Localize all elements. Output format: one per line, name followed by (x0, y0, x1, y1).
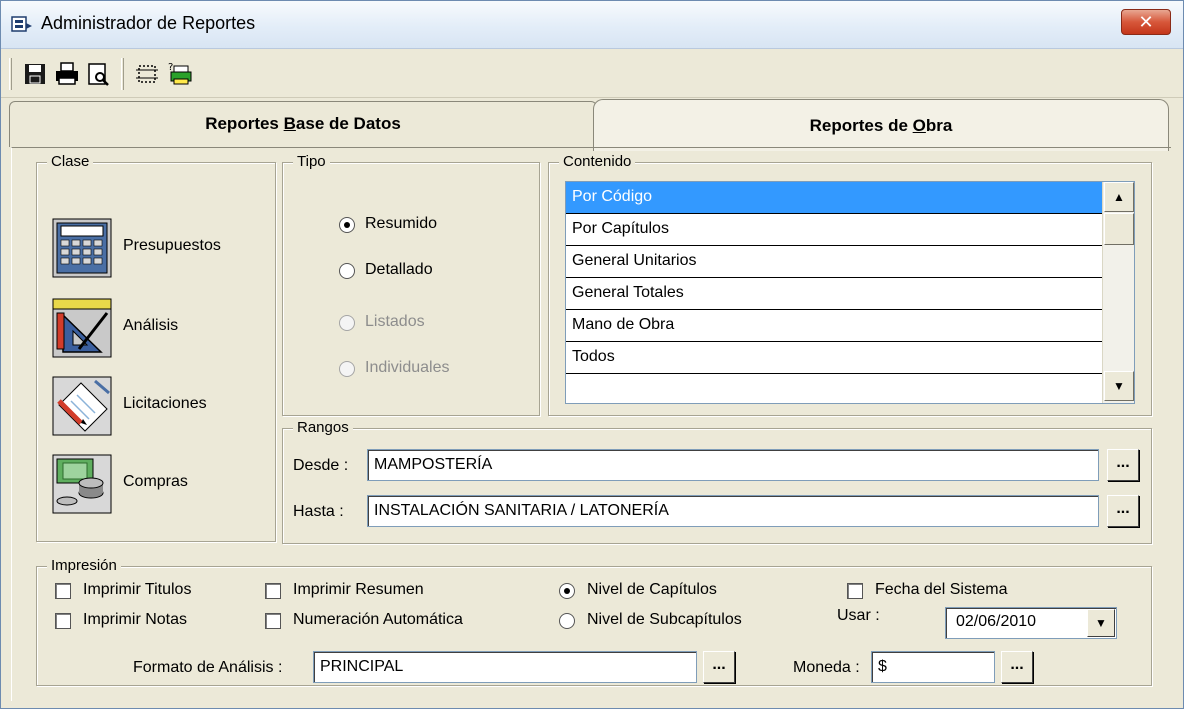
tipo-detallado-radio[interactable] (339, 263, 355, 279)
contenido-empty-row (566, 374, 1102, 406)
contenido-item[interactable]: General Totales (566, 278, 1102, 310)
formato-analisis-label: Formato de Análisis : (133, 659, 283, 676)
clase-analisis[interactable]: Análisis (37, 297, 267, 361)
hasta-browse-button[interactable]: ... (1107, 495, 1139, 527)
tab-label-accelerator: B (283, 114, 296, 133)
tab-label: Reportes (205, 114, 284, 133)
clase-licitaciones-label: Licitaciones (123, 395, 207, 412)
fecha-sistema-checkbox[interactable] (847, 583, 863, 599)
fecha-value: 02/06/2010 (956, 613, 1037, 630)
close-button[interactable]: ✕ (1121, 9, 1171, 35)
contenido-item[interactable]: Mano de Obra (566, 310, 1102, 342)
window-title: Administrador de Reportes (41, 13, 256, 33)
contenido-item[interactable]: Por Código (566, 182, 1102, 214)
clase-presupuestos[interactable]: Presupuestos (37, 217, 267, 281)
tipo-detallado-label[interactable]: Detallado (365, 261, 433, 279)
document-pen-icon (52, 376, 112, 436)
scroll-up-button[interactable]: ▲ (1104, 182, 1134, 212)
nivel-capitulos-radio[interactable] (559, 583, 575, 599)
formato-browse-button[interactable]: ... (703, 651, 735, 683)
imprimir-titulos-checkbox[interactable] (55, 583, 71, 599)
tab-label: Reportes de (809, 116, 913, 135)
imprimir-notas-checkbox[interactable] (55, 613, 71, 629)
contenido-item[interactable]: Por Capítulos (566, 214, 1102, 246)
clase-presupuestos-label: Presupuestos (123, 237, 221, 254)
impresion-group: Impresión Imprimir Titulos Imprimir Nota… (36, 556, 1152, 686)
contenido-item[interactable]: Todos (566, 342, 1102, 374)
imprimir-resumen-label[interactable]: Imprimir Resumen (293, 581, 424, 599)
chevron-down-icon: ▼ (1095, 616, 1107, 630)
contenido-item[interactable]: General Unitarios (566, 246, 1102, 278)
imprimir-resumen-checkbox[interactable] (265, 583, 281, 599)
tipo-listados-label: Listados (365, 313, 425, 330)
hasta-field[interactable]: INSTALACIÓN SANITARIA / LATONERÍA (367, 495, 1099, 527)
toolbar-separator (121, 58, 124, 90)
contenido-group: Contenido Por Código Por Capítulos Gener… (548, 152, 1152, 416)
nivel-capitulos-label[interactable]: Nivel de Capítulos (587, 581, 717, 599)
contenido-group-label: Contenido (559, 152, 636, 172)
desde-browse-button[interactable]: ... (1107, 449, 1139, 481)
money-coins-icon (52, 454, 112, 514)
contenido-scrollbar[interactable]: ▲ ▼ (1102, 182, 1134, 403)
toolbar: ? (1, 50, 1183, 98)
tab-panel: Clase Presupuestos Análisis Licitaciones… (11, 147, 1171, 701)
rangos-group-label: Rangos (293, 418, 353, 438)
desde-label: Desde : (293, 457, 349, 474)
clase-analisis-label: Análisis (123, 317, 179, 334)
arrow-up-icon: ▲ (1113, 190, 1125, 204)
imprimir-notas-label[interactable]: Imprimir Notas (83, 611, 187, 629)
tipo-individuales-radio (339, 361, 355, 377)
moneda-label: Moneda : (793, 659, 860, 676)
clase-compras-label: Compras (123, 473, 188, 490)
scroll-down-button[interactable]: ▼ (1104, 371, 1134, 401)
tipo-group-label: Tipo (293, 152, 330, 172)
select-area-icon[interactable] (133, 60, 161, 88)
tipo-listados-radio (339, 315, 355, 331)
tab-label: bra (925, 116, 953, 135)
formato-analisis-field[interactable]: PRINCIPAL (313, 651, 697, 683)
tipo-individuales-label: Individuales (365, 359, 450, 376)
save-icon[interactable] (21, 60, 49, 88)
tipo-group: Tipo Resumido Detallado Listados Individ… (282, 152, 540, 416)
usar-label: Usar : (837, 607, 880, 624)
fecha-dropdown-button[interactable]: ▼ (1087, 609, 1115, 637)
tipo-resumido-radio[interactable] (339, 217, 355, 233)
rangos-group: Rangos Desde : MAMPOSTERÍA ... Hasta : I… (282, 418, 1152, 544)
clase-group-label: Clase (47, 152, 94, 172)
fecha-combo[interactable]: 02/06/2010 ▼ (945, 607, 1117, 639)
clase-group: Clase Presupuestos Análisis Licitaciones… (36, 152, 276, 542)
tab-label-accelerator: O (912, 116, 926, 135)
tab-label: ase de Datos (295, 114, 401, 133)
tab-reportes-de-obra[interactable]: Reportes de Obra (593, 99, 1169, 151)
numeracion-automatica-label[interactable]: Numeración Automática (293, 611, 463, 629)
drafting-tools-icon (52, 298, 112, 358)
desde-field[interactable]: MAMPOSTERÍA (367, 449, 1099, 481)
title-bar: Administrador de Reportes ✕ (1, 1, 1183, 49)
close-icon: ✕ (1138, 12, 1154, 32)
toolbar-grip (9, 58, 12, 90)
calculator-icon (52, 218, 112, 278)
app-icon (11, 16, 32, 32)
arrow-down-icon: ▼ (1113, 379, 1125, 393)
numeracion-automatica-checkbox[interactable] (265, 613, 281, 629)
tipo-resumido-label[interactable]: Resumido (365, 215, 437, 233)
report-manager-window: Administrador de Reportes ✕ ? Reportes B… (0, 0, 1184, 709)
impresion-group-label: Impresión (47, 556, 121, 576)
fecha-sistema-label[interactable]: Fecha del Sistema (875, 581, 1008, 599)
clase-compras[interactable]: Compras (37, 453, 267, 517)
imprimir-titulos-label[interactable]: Imprimir Titulos (83, 581, 191, 599)
print-icon[interactable] (53, 60, 81, 88)
contenido-listbox[interactable]: Por Código Por Capítulos General Unitari… (565, 181, 1135, 404)
svg-text:?: ? (168, 62, 173, 73)
scroll-thumb[interactable] (1104, 213, 1134, 245)
clase-licitaciones[interactable]: Licitaciones (37, 375, 267, 439)
moneda-browse-button[interactable]: ... (1001, 651, 1033, 683)
nivel-subcapitulos-label[interactable]: Nivel de Subcapítulos (587, 611, 742, 629)
printer-setup-icon[interactable]: ? (165, 60, 193, 88)
tab-reportes-base-de-datos[interactable]: Reportes Base de Datos (9, 101, 597, 147)
nivel-subcapitulos-radio[interactable] (559, 613, 575, 629)
print-preview-icon[interactable] (85, 60, 113, 88)
hasta-label: Hasta : (293, 503, 344, 520)
moneda-field[interactable]: $ (871, 651, 995, 683)
